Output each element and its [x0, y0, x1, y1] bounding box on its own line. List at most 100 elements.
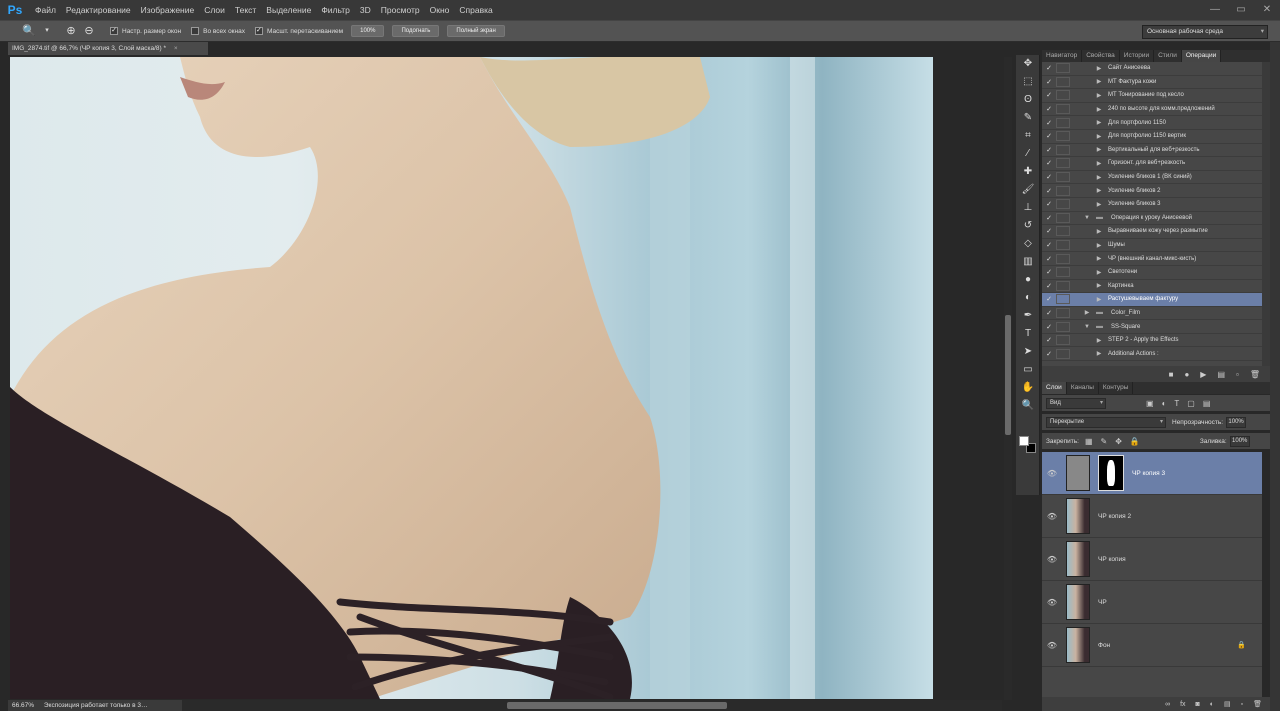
dialog-toggle[interactable] [1056, 131, 1070, 142]
action-row[interactable]: ✓ ▶ Картинка [1042, 280, 1262, 294]
check-icon[interactable]: ✓ [1042, 214, 1056, 222]
check-icon[interactable]: ✓ [1042, 241, 1056, 249]
delete-icon[interactable]: 🗑 [1250, 370, 1260, 379]
type-filter-icon[interactable]: T [1174, 399, 1179, 408]
visibility-eye-icon[interactable]: 👁 [1042, 469, 1062, 478]
menu-item[interactable]: Текст [230, 0, 261, 20]
action-row[interactable]: ✓ ▶ Светотени [1042, 266, 1262, 280]
dialog-toggle[interactable] [1056, 321, 1070, 332]
check-icon[interactable]: ✓ [1042, 105, 1056, 113]
lasso-icon[interactable]: ʘ [1016, 91, 1040, 109]
close-button[interactable]: ✕ [1254, 0, 1280, 20]
tab-properties[interactable]: Свойства [1082, 50, 1120, 62]
dialog-toggle[interactable] [1056, 76, 1070, 87]
check-icon[interactable]: ✓ [1042, 64, 1056, 72]
document-tab[interactable]: IMG_2874.tif @ 66,7% (ЧР копия 3, Слой м… [8, 42, 208, 55]
action-row[interactable]: ✓ ▼ ▬ Операция к уроку Анисеевой [1042, 212, 1262, 226]
expand-arrow-icon[interactable]: ▶ [1094, 65, 1104, 72]
filter-kind-select[interactable]: Вид [1046, 397, 1106, 409]
menu-item[interactable]: Редактирование [61, 0, 136, 20]
menu-item[interactable]: Справка [454, 0, 497, 20]
action-row[interactable]: ✓ ▶ Растушевываем фактуру [1042, 293, 1262, 307]
panel-collapse-bar[interactable] [1270, 42, 1280, 711]
expand-arrow-icon[interactable]: ▶ [1094, 78, 1104, 85]
menu-item[interactable]: Выделение [261, 0, 316, 20]
menu-item[interactable]: Файл [30, 0, 61, 20]
dialog-toggle[interactable] [1056, 294, 1070, 305]
tab-styles[interactable]: Стили [1154, 50, 1182, 62]
dialog-toggle[interactable] [1056, 307, 1070, 318]
add-mask-icon[interactable]: ◙ [1196, 701, 1200, 708]
visibility-eye-icon[interactable]: 👁 [1042, 555, 1062, 564]
zoom-out-icon[interactable]: ⊖ [82, 24, 96, 38]
adjustment-filter-icon[interactable]: ◐ [1162, 399, 1167, 408]
expand-arrow-icon[interactable]: ▶ [1094, 160, 1104, 167]
shape-filter-icon[interactable]: ▢ [1187, 399, 1195, 408]
maximize-button[interactable]: ▭ [1228, 0, 1254, 20]
dropdown-arrow-icon[interactable]: ▾ [40, 24, 54, 38]
scrubby-zoom-checkbox[interactable]: ✓ Масшт. перетаскиванием [254, 27, 343, 35]
blend-mode-select[interactable]: Перекрытие [1046, 416, 1166, 428]
dialog-toggle[interactable] [1056, 144, 1070, 155]
menu-item[interactable]: Окно [425, 0, 455, 20]
shape-icon[interactable]: ▭ [1016, 361, 1040, 379]
lock-pixels-icon[interactable]: ✎ [1101, 437, 1108, 446]
play-icon[interactable]: ▶ [1200, 370, 1206, 379]
dialog-toggle[interactable] [1056, 267, 1070, 278]
zoom-100-button[interactable]: 100% [351, 25, 385, 37]
action-row[interactable]: ✓ ▶ ▬ Color_Film [1042, 307, 1262, 321]
action-row[interactable]: ✓ ▶ Усиление бликов 2 [1042, 184, 1262, 198]
layer-thumbnail[interactable] [1066, 584, 1090, 620]
menu-item[interactable]: Слои [199, 0, 230, 20]
layer-row[interactable]: 👁 ЧР копия 3 [1042, 452, 1262, 495]
expand-arrow-icon[interactable]: ▼ [1082, 324, 1092, 330]
dialog-toggle[interactable] [1056, 104, 1070, 115]
action-row[interactable]: ✓ ▶ ЧР (внешний канал-микс-кисть) [1042, 252, 1262, 266]
zoom-level[interactable]: 66.67% [12, 702, 34, 709]
dialog-toggle[interactable] [1056, 348, 1070, 359]
expand-arrow-icon[interactable]: ▶ [1094, 350, 1104, 357]
check-icon[interactable]: ✓ [1042, 282, 1056, 290]
opacity-field[interactable]: 100% [1226, 416, 1247, 428]
menu-item[interactable]: Просмотр [376, 0, 425, 20]
lock-position-icon[interactable]: ✥ [1115, 437, 1122, 446]
layer-thumbnail[interactable] [1066, 498, 1090, 534]
action-row[interactable]: ✓ ▶ Горизонт. для веб+резкость [1042, 157, 1262, 171]
delete-layer-icon[interactable]: 🗑 [1253, 700, 1262, 708]
marquee-icon[interactable]: ⬚ [1016, 73, 1040, 91]
action-row[interactable]: ✓ ▶ Усиление бликов 3 [1042, 198, 1262, 212]
quick-select-icon[interactable]: ✎ [1016, 109, 1040, 127]
smart-filter-icon[interactable]: ▤ [1203, 399, 1211, 408]
vertical-scrollbar[interactable] [1004, 57, 1012, 700]
expand-arrow-icon[interactable]: ▶ [1082, 309, 1092, 316]
hand-icon[interactable]: ✋ [1016, 379, 1040, 397]
expand-arrow-icon[interactable]: ▼ [1082, 215, 1092, 221]
action-row[interactable]: ✓ ▶ Сайт Анисеева [1042, 62, 1262, 76]
fx-icon[interactable]: fx [1180, 701, 1185, 708]
layer-row[interactable]: 👁 ЧР копия [1042, 538, 1262, 581]
pen-icon[interactable]: ✒ [1016, 307, 1040, 325]
dialog-toggle[interactable] [1056, 158, 1070, 169]
eyedropper-icon[interactable]: ⁄ [1016, 145, 1040, 163]
dialog-toggle[interactable] [1056, 335, 1070, 346]
dodge-icon[interactable]: ◐ [1016, 289, 1040, 307]
expand-arrow-icon[interactable]: ▶ [1094, 174, 1104, 181]
zoom-tool-icon[interactable]: 🔍 [22, 24, 36, 38]
action-row[interactable]: ✓ ▶ Усиление бликов 1 (ВК синий) [1042, 171, 1262, 185]
expand-arrow-icon[interactable]: ▶ [1094, 201, 1104, 208]
action-row[interactable]: ✓ ▶ Шумы [1042, 239, 1262, 253]
check-icon[interactable]: ✓ [1042, 295, 1056, 303]
check-icon[interactable]: ✓ [1042, 227, 1056, 235]
dialog-toggle[interactable] [1056, 212, 1070, 223]
fit-screen-button[interactable]: Подогнать [392, 25, 440, 37]
horizontal-scrollbar[interactable] [182, 700, 1002, 711]
tab-paths[interactable]: Контуры [1099, 382, 1134, 394]
layer-row[interactable]: 👁 Фон 🔒 [1042, 624, 1262, 667]
foreground-color-swatch[interactable] [1019, 436, 1029, 446]
check-icon[interactable]: ✓ [1042, 146, 1056, 154]
dialog-toggle[interactable] [1056, 90, 1070, 101]
resize-windows-checkbox[interactable]: ✓ Настр. размер окон [110, 27, 181, 35]
scroll-thumb[interactable] [1005, 315, 1011, 435]
move-icon[interactable]: ✥ [1016, 55, 1040, 73]
check-icon[interactable]: ✓ [1042, 78, 1056, 86]
